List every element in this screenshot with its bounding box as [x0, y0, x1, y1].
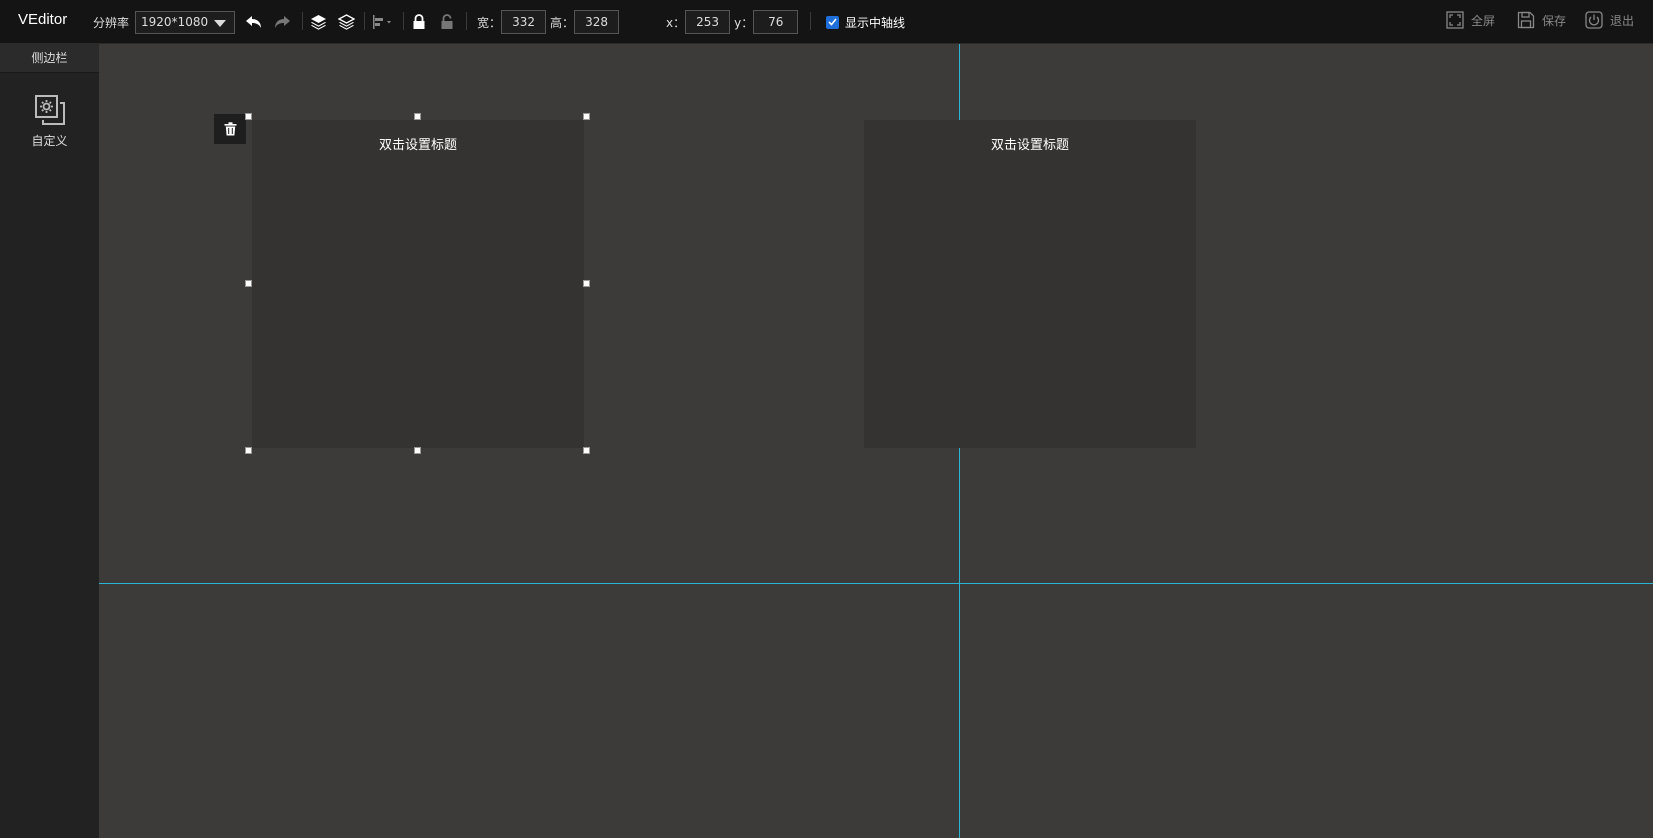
- show-axis-label: 显示中轴线: [845, 15, 906, 30]
- x-input[interactable]: 253: [685, 10, 731, 34]
- panel-title[interactable]: 双击设置标题: [252, 134, 584, 153]
- save-button[interactable]: 保存: [1517, 0, 1566, 40]
- layer-up-icon: [311, 14, 326, 30]
- resize-handle-bottom[interactable]: [414, 447, 421, 454]
- align-button[interactable]: [372, 0, 394, 44]
- y-label: y：: [734, 15, 754, 30]
- panel-title[interactable]: 双击设置标题: [864, 134, 1196, 153]
- power-icon: [1585, 11, 1603, 29]
- send-backward-button[interactable]: [338, 0, 355, 44]
- sidebar: 侧边栏 自定义: [0, 44, 99, 838]
- toolbar-divider: [810, 12, 811, 30]
- undo-icon: [246, 16, 261, 28]
- resolution-select[interactable]: 1920*1080: [135, 10, 236, 34]
- fullscreen-button[interactable]: 全屏: [1446, 0, 1495, 40]
- resize-handle-bottom-left[interactable]: [245, 447, 252, 454]
- sidebar-item-custom[interactable]: 自定义: [0, 94, 99, 149]
- height-label: 高：: [550, 15, 575, 30]
- editor-canvas[interactable]: 双击设置标题 双击设置标题: [99, 44, 1653, 838]
- lock-button[interactable]: [412, 0, 426, 44]
- unlock-button[interactable]: [440, 0, 454, 44]
- align-icon: [373, 15, 391, 29]
- lock-icon: [413, 14, 425, 29]
- show-axis-toggle[interactable]: 显示中轴线: [826, 0, 905, 44]
- layer-down-icon: [338, 13, 355, 30]
- redo-button[interactable]: [273, 0, 291, 44]
- resize-handle-bottom-right[interactable]: [583, 447, 590, 454]
- show-axis-checkbox[interactable]: [826, 15, 839, 29]
- resolution-control: 分辨率 1920*1080: [93, 0, 236, 44]
- custom-settings-icon: [34, 95, 65, 125]
- save-icon: [1517, 11, 1535, 29]
- undo-button[interactable]: [245, 0, 263, 44]
- resize-handle-top[interactable]: [414, 113, 421, 120]
- app-logo: VEditor: [18, 11, 68, 28]
- delete-button[interactable]: [214, 114, 246, 144]
- toolbar-divider: [364, 12, 365, 30]
- exit-label: 退出: [1610, 13, 1635, 28]
- sidebar-item-label: 自定义: [31, 134, 68, 148]
- width-label: 宽：: [477, 15, 502, 30]
- chevron-down-icon: [214, 19, 227, 27]
- resize-handle-right[interactable]: [583, 280, 590, 287]
- bring-forward-button[interactable]: [310, 0, 327, 44]
- resolution-label: 分辨率: [93, 15, 130, 30]
- sidebar-title: 侧边栏: [0, 44, 99, 73]
- top-toolbar: VEditor 分辨率 1920*1080 宽： 332 高： 328 x： 2…: [0, 0, 1653, 44]
- resolution-value: 1920*1080: [141, 15, 209, 29]
- position-controls: x： 253 y： 76: [666, 0, 799, 44]
- resize-handle-top-right[interactable]: [583, 113, 590, 120]
- unlock-icon: [441, 14, 453, 29]
- check-icon: [828, 18, 837, 26]
- toolbar-divider: [302, 12, 303, 30]
- size-controls: 宽： 332 高： 328: [477, 0, 620, 44]
- panel-widget[interactable]: 双击设置标题: [864, 120, 1196, 448]
- panel-widget[interactable]: 双击设置标题: [252, 120, 584, 448]
- trash-icon: [224, 122, 236, 136]
- redo-icon: [275, 16, 290, 28]
- toolbar-divider: [403, 12, 404, 30]
- save-label: 保存: [1542, 13, 1567, 28]
- x-label: x：: [666, 15, 686, 30]
- center-axis-horizontal: [99, 583, 1653, 584]
- resize-handle-top-left[interactable]: [245, 113, 252, 120]
- resize-handle-left[interactable]: [245, 280, 252, 287]
- y-input[interactable]: 76: [753, 10, 799, 34]
- fullscreen-icon: [1446, 11, 1464, 29]
- exit-button[interactable]: 退出: [1585, 0, 1634, 40]
- height-input[interactable]: 328: [574, 10, 620, 34]
- toolbar-divider: [466, 12, 467, 30]
- width-input[interactable]: 332: [501, 10, 547, 34]
- fullscreen-label: 全屏: [1471, 13, 1496, 28]
